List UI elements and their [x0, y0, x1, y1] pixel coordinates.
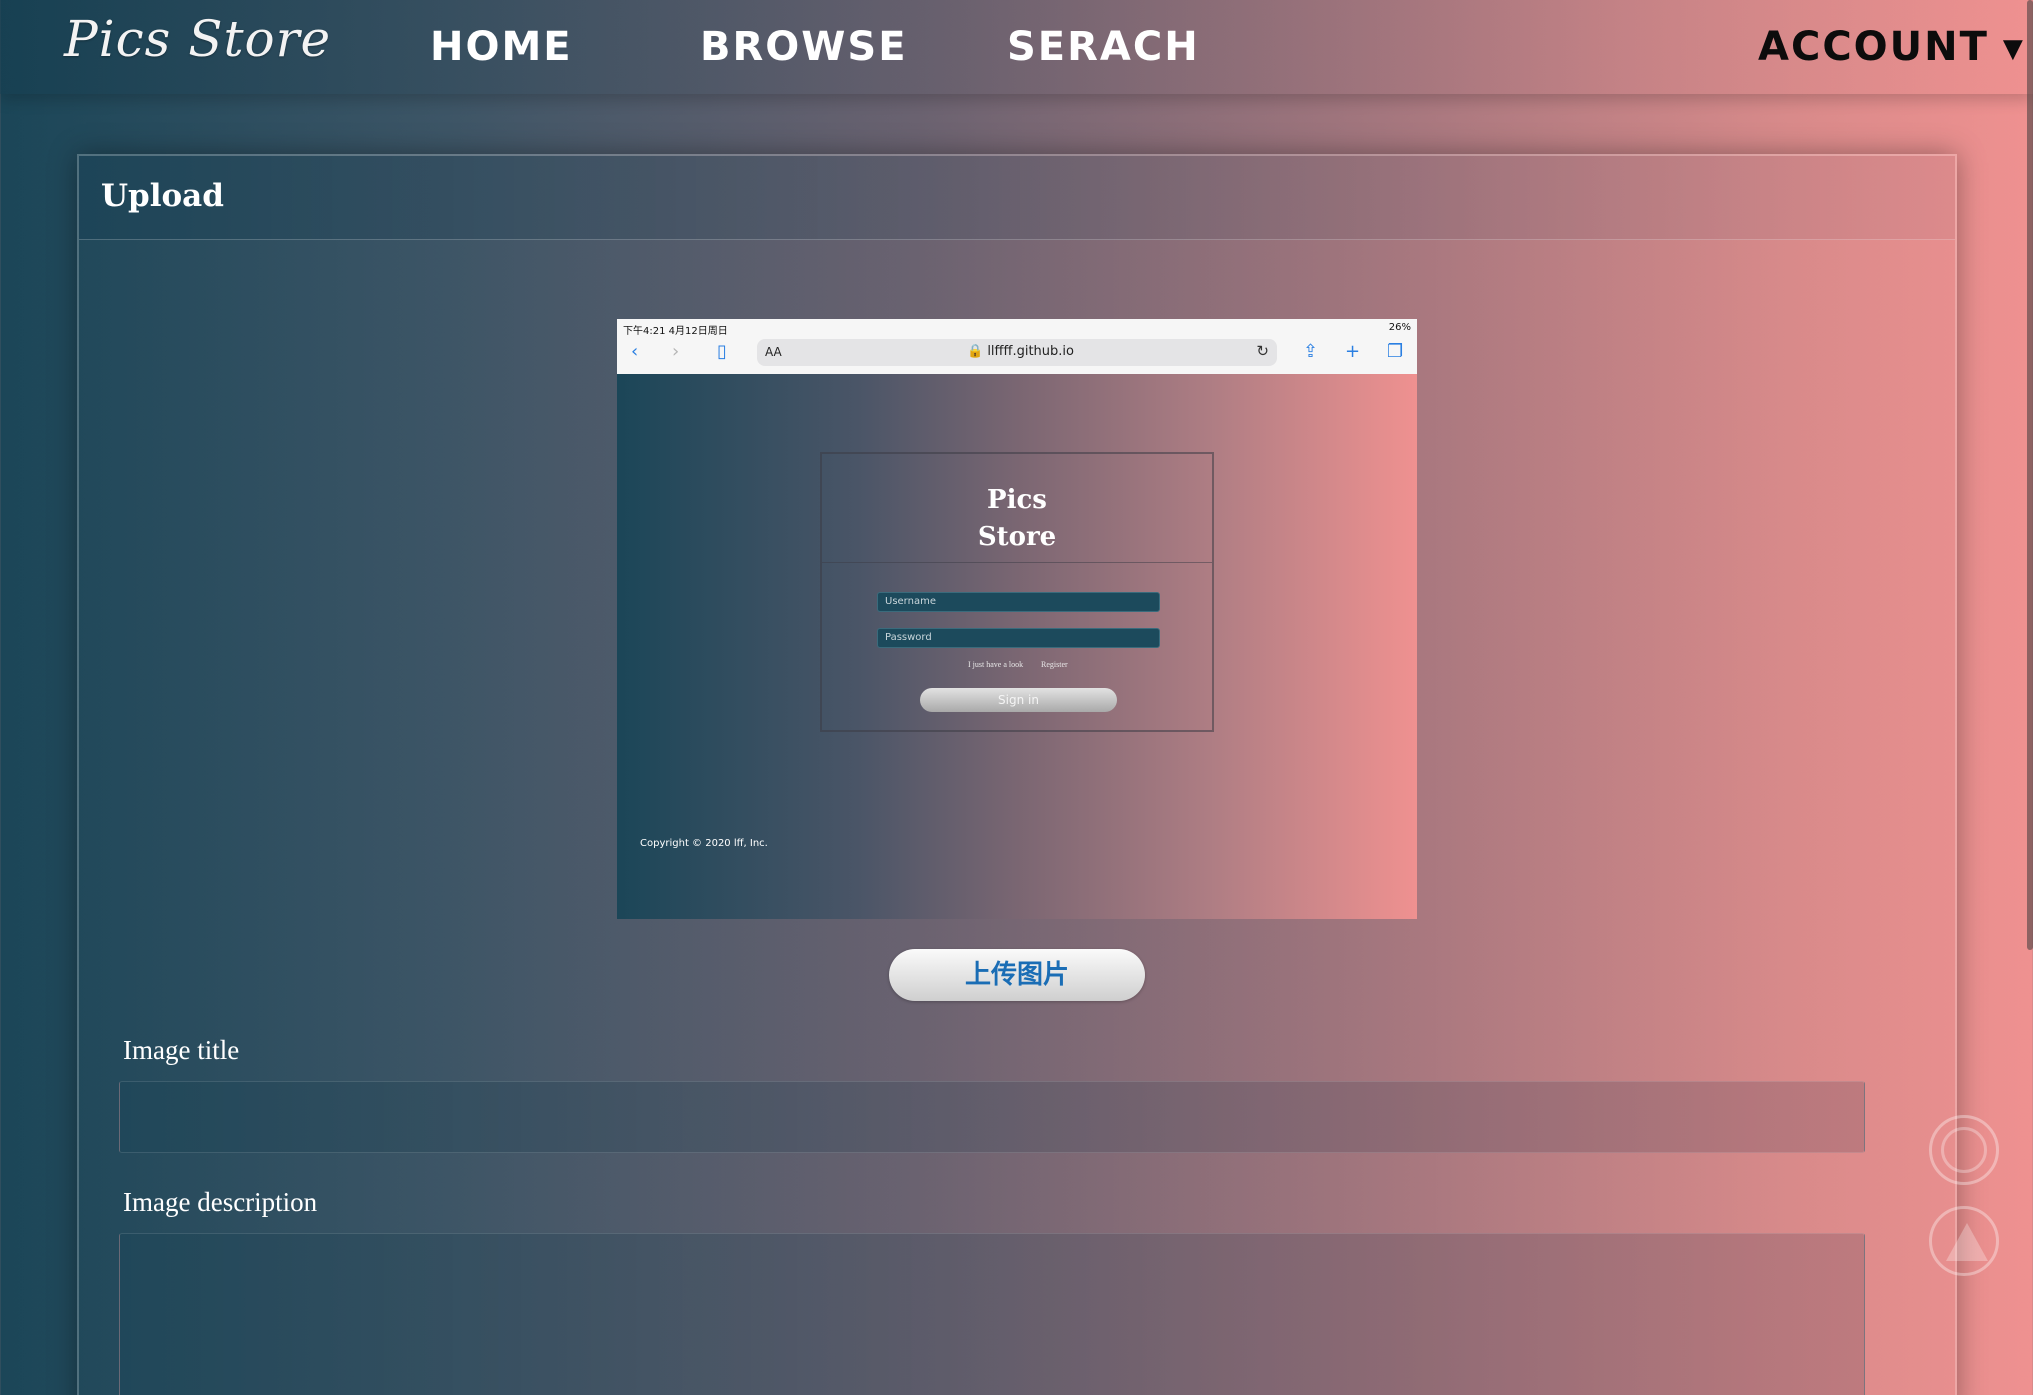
preview-url-aa: AA: [765, 345, 782, 359]
image-title-input[interactable]: [119, 1081, 1865, 1153]
preview-login-title: Pics Store: [822, 482, 1212, 556]
site-logo[interactable]: Pics Store: [64, 10, 331, 68]
preview-url-bar: AA 🔒 llffff.github.io ↻: [757, 339, 1277, 366]
preview-status-time: 下午4:21 4月12日周日: [623, 326, 728, 337]
preview-url: 🔒 llffff.github.io: [967, 344, 1074, 359]
reload-icon: ↻: [1256, 342, 1269, 360]
image-title-label: Image title: [123, 1035, 240, 1065]
back-icon: ‹: [631, 341, 639, 362]
preview-signin-button: Sign in: [920, 688, 1117, 712]
preview-login-box: Pics Store Username Password I just have…: [820, 452, 1214, 732]
preview-status-battery: 26%: [1388, 322, 1411, 333]
nav-search[interactable]: SERACH: [1007, 24, 1200, 70]
arrow-up-icon: [1946, 1223, 1988, 1261]
upload-image-button[interactable]: 上传图片: [889, 949, 1145, 1001]
preview-login-title-line2: Store: [977, 522, 1057, 552]
uploaded-image-preview: 下午4:21 4月12日周日 26% ‹ › ▯ AA 🔒 llffff.git…: [617, 319, 1417, 919]
chevron-down-icon: ▼: [2002, 34, 2025, 64]
preview-link-look: I just have a look: [968, 660, 1024, 669]
top-navbar: Pics Store HOME BROWSE SERACH ACCOUNT ▼: [0, 0, 2033, 94]
preview-copyright: Copyright © 2020 lff, Inc.: [640, 838, 768, 849]
page-scrollbar[interactable]: [2027, 0, 2033, 950]
tabs-icon: ❐: [1387, 341, 1404, 362]
plus-icon: +: [1345, 341, 1361, 362]
preview-browser-bar: 下午4:21 4月12日周日 26% ‹ › ▯ AA 🔒 llffff.git…: [617, 319, 1417, 374]
nav-account-label: ACCOUNT: [1758, 24, 1989, 70]
image-description-textarea[interactable]: [119, 1233, 1865, 1395]
preview-username-field: Username: [877, 592, 1160, 612]
preview-login-divider: [822, 562, 1212, 563]
nav-account-dropdown[interactable]: ACCOUNT ▼: [1758, 24, 2025, 70]
power-button[interactable]: [1929, 1115, 1999, 1185]
preview-password-field: Password: [877, 628, 1160, 648]
nav-home[interactable]: HOME: [430, 24, 573, 70]
scroll-top-button[interactable]: [1929, 1206, 1999, 1276]
share-icon: ⇪: [1303, 341, 1319, 362]
power-icon: [1941, 1127, 1987, 1173]
preview-link-register: Register: [1041, 660, 1068, 669]
forward-icon: ›: [672, 341, 680, 362]
bookmarks-icon: ▯: [717, 341, 727, 362]
preview-login-title-line1: Pics: [987, 485, 1047, 515]
image-description-label: Image description: [123, 1187, 318, 1217]
panel-header: [79, 156, 1955, 240]
nav-browse[interactable]: BROWSE: [700, 24, 908, 70]
panel-title: Upload: [101, 178, 224, 214]
